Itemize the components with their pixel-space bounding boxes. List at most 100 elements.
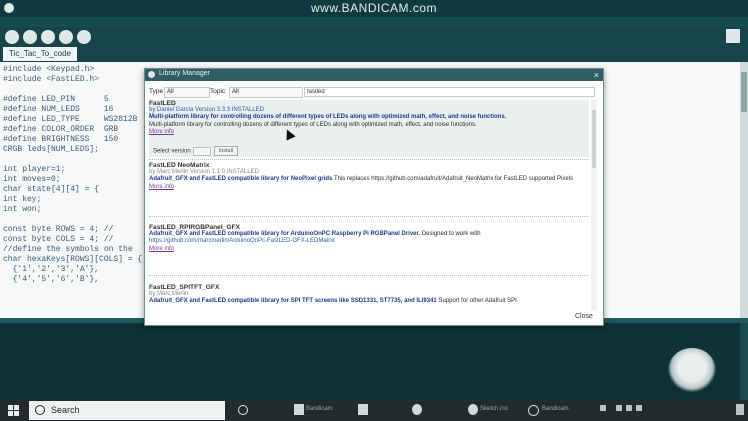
more-info-link[interactable]: More info [149, 184, 589, 191]
library-summary: Adafruit_GFX and FastLED compatible libr… [149, 231, 421, 238]
library-name: FastLED_RPIRGBPanel_GFX [149, 224, 240, 231]
select-version-dropdown[interactable] [192, 146, 211, 156]
code-line: #include <FastLED.h> [3, 75, 100, 84]
arduino-dialog-icon [148, 71, 155, 78]
taskbar-search-box[interactable]: Search [29, 401, 225, 420]
taskbar-app-arduino-icon[interactable] [412, 404, 422, 415]
close-button[interactable]: Close [575, 313, 593, 320]
library-name: FastLED_SPITFT_GFX [149, 284, 220, 291]
install-button[interactable]: Install [213, 146, 239, 156]
library-entry-fastled-neomatrix[interactable]: FastLED NeoMatrix by Marc Merlin Version… [149, 162, 589, 204]
tray-icon[interactable] [600, 405, 606, 411]
save-button[interactable] [77, 30, 91, 44]
windows-start-icon[interactable] [8, 405, 19, 416]
library-search-input[interactable] [304, 87, 595, 97]
editor-scrollbar[interactable] [740, 62, 748, 318]
select-version-label: Select version [153, 148, 191, 155]
skull-overlay-image [668, 348, 716, 392]
code-line: int won; [3, 205, 42, 214]
upload-button[interactable] [23, 30, 37, 44]
more-info-link[interactable]: More info [149, 129, 589, 136]
console-scrollbar[interactable] [740, 323, 748, 400]
new-button[interactable] [41, 30, 55, 44]
code-text: #include <Keypad.h> #include <FastLED.h>… [3, 65, 142, 285]
code-line: int key; [3, 195, 42, 204]
more-info-link[interactable]: More info [149, 246, 589, 253]
cortana-icon[interactable] [238, 405, 248, 415]
library-url[interactable]: https://github.com/marcmerlin/ArduinoOnP… [149, 238, 589, 245]
topic-filter-value: All [232, 89, 239, 95]
library-name: FastLED NeoMatrix [149, 162, 210, 169]
code-line: //define the symbols on the [3, 245, 133, 254]
filter-bar: Type All Topic All [149, 87, 595, 99]
taskbar-search-label: Search [51, 405, 80, 415]
library-summary: Adafruit_GFX and FastLED compatible libr… [149, 298, 437, 305]
library-description: This replaces https://github.com/adafrui… [333, 176, 574, 183]
bandicam-watermark: www.BANDICAM.com [310, 1, 437, 15]
taskbar-app-sketch-icon[interactable] [468, 404, 478, 415]
ide-menubar[interactable] [0, 17, 748, 30]
sketch-tab-row: Tic_Tac_To_code [0, 47, 748, 106]
code-line: #define LED_PIN 5 [3, 95, 109, 104]
console-area [0, 318, 748, 400]
taskbar-app-label[interactable]: Bandicam [306, 406, 333, 412]
code-line: const byte ROWS = 4; // [3, 225, 114, 234]
taskbar-app-bandicam-icon[interactable] [294, 404, 304, 415]
verify-button[interactable] [5, 30, 19, 44]
tray-icon[interactable] [616, 405, 622, 411]
library-list-scrollbar[interactable] [591, 100, 597, 310]
code-line: #define NUM_LEDS 16 [3, 105, 114, 114]
search-icon [35, 405, 45, 415]
library-entry-fastled-spitft-gfx[interactable]: FastLED_SPITFT_GFX by Marc Merlin Adafru… [149, 284, 589, 310]
library-name: FastLED [149, 100, 176, 107]
windows-taskbar: Search Bandicam Sketch.ino Bandicam [0, 400, 748, 421]
code-line: char hexaKeys[ROWS][COLS] = { [3, 255, 143, 264]
code-line: #define COLOR_ORDER GRB [3, 125, 119, 134]
tray-icon[interactable] [636, 405, 642, 411]
editor-scroll-thumb[interactable] [741, 72, 747, 112]
code-line: CRGB leds[NUM_LEDS]; [3, 145, 100, 154]
code-line: #define BRIGHTNESS 150 [3, 135, 119, 144]
taskbar-app-store-icon[interactable] [358, 404, 368, 415]
code-line: #include <Keypad.h> [3, 65, 95, 74]
code-line: int moves=0; [3, 175, 61, 184]
type-filter-select[interactable]: All [164, 87, 210, 98]
code-line: const byte COLS = 4; // [3, 235, 114, 244]
entry-divider [149, 216, 589, 218]
ide-titlebar: www.BANDICAM.com [0, 0, 748, 17]
library-summary: Adafruit_GFX and FastLED compatible libr… [149, 176, 333, 183]
code-line: char state[4][4] = { [3, 185, 100, 194]
taskbar-app-bandicam-record-icon[interactable] [528, 405, 539, 416]
library-author-version: by Marc Merlin [149, 291, 189, 298]
code-line: {'4','5','6','B'}, [3, 275, 100, 284]
code-line: #define LED_TYPE WS2812B [3, 115, 138, 124]
tray-icon[interactable] [626, 405, 632, 411]
entry-divider [149, 275, 589, 277]
library-entry-fastled-rpirgbpanel-gfx[interactable]: FastLED_RPIRGBPanel_GFX Adafruit_GFX and… [149, 224, 589, 264]
library-list-scroll-thumb[interactable] [592, 110, 596, 168]
sketch-tab[interactable]: Tic_Tac_To_code [3, 47, 77, 61]
close-icon[interactable]: × [594, 69, 599, 81]
taskbar-app-label[interactable]: Sketch.ino [480, 406, 508, 412]
library-author-version: by Daniel Garcia Version 3.3.3 INSTALLED [149, 107, 264, 114]
open-button[interactable] [59, 30, 73, 44]
ide-toolbar [0, 27, 748, 47]
code-line: {'1','2','3','A'}, [3, 265, 100, 274]
topic-filter-label: Topic [210, 88, 226, 95]
code-line: int player=1; [3, 165, 66, 174]
library-manager-dialog: Library Manager × Type All Topic All Fas… [144, 68, 604, 326]
taskbar-app-label[interactable]: Bandicam [542, 406, 569, 412]
serial-monitor-icon[interactable] [726, 29, 740, 43]
library-list: FastLED by Daniel Garcia Version 3.3.3 I… [149, 100, 589, 310]
entry-divider [149, 159, 589, 161]
type-filter-value: All [167, 89, 174, 95]
notification-icon[interactable] [736, 404, 744, 415]
library-description: Multi-platform library for controlling d… [149, 121, 477, 128]
type-filter-label: Type [149, 88, 164, 95]
dialog-titlebar: Library Manager × [145, 69, 603, 81]
library-description: Support for other Adafruit SPI [438, 298, 517, 305]
topic-filter-select[interactable]: All [229, 87, 303, 98]
